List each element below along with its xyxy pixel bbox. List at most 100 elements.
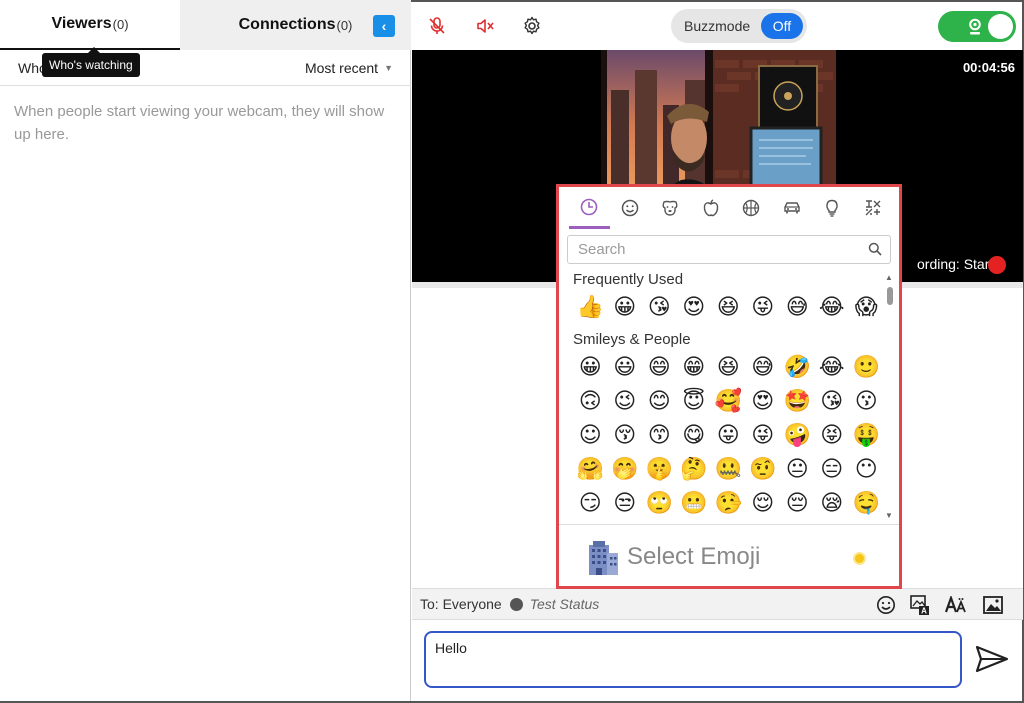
send-icon [975, 645, 1009, 673]
emoji-item[interactable]: 🤗 [573, 453, 608, 487]
emoji-picker-button[interactable] [875, 594, 897, 616]
sort-dropdown[interactable]: Most recent ▼ [305, 60, 393, 76]
emoji-item[interactable]: 😅 [780, 291, 815, 325]
gear-icon [524, 16, 540, 35]
emoji-item[interactable]: 🤩 [780, 385, 815, 419]
emoji-item[interactable]: 😇 [677, 385, 712, 419]
category-recent[interactable] [569, 187, 610, 229]
emoji-item[interactable]: 🙂 [849, 351, 884, 385]
smileys-emoji-row: 🤗 🤭 🤫 🤔 🤐 🤨 😐 😑 😶 [559, 453, 899, 487]
emoji-item[interactable]: 🤪 [780, 419, 815, 453]
mic-toggle-button[interactable] [425, 14, 449, 38]
emoji-item[interactable]: 😱 [849, 291, 884, 325]
emoji-item[interactable]: 👍 [573, 291, 608, 325]
emoji-item[interactable]: 😗 [849, 385, 884, 419]
camera-toggle-knob [988, 14, 1013, 39]
record-button[interactable] [988, 256, 1006, 274]
emoji-item[interactable]: 😙 [642, 419, 677, 453]
emoji-item[interactable]: 🥰 [711, 385, 746, 419]
webcam-icon [969, 18, 981, 35]
emoji-item[interactable]: 😍 [746, 385, 781, 419]
settings-button[interactable] [520, 14, 544, 38]
emoji-item[interactable]: 😐 [780, 453, 815, 487]
emoji-item[interactable]: 🤣 [780, 351, 815, 385]
emoji-item[interactable]: 😚 [608, 419, 643, 453]
emoji-item[interactable]: 😀 [608, 291, 643, 325]
emoji-item[interactable]: 😘 [642, 291, 677, 325]
emoji-item[interactable]: 🙃 [573, 385, 608, 419]
collapse-panel-button[interactable]: ‹ [373, 15, 395, 37]
food-icon [703, 199, 719, 217]
svg-text:A: A [921, 607, 927, 616]
category-food[interactable] [691, 187, 732, 229]
emoji-search-input[interactable] [567, 235, 891, 264]
emoji-item[interactable]: 😜 [746, 419, 781, 453]
tab-viewers[interactable]: Viewers (0) [0, 0, 180, 50]
text-image-icon: A [910, 595, 929, 616]
category-symbols[interactable] [853, 187, 894, 229]
category-travel[interactable] [772, 187, 813, 229]
emoji-item[interactable]: 😋 [677, 419, 712, 453]
font-size-button[interactable] [945, 594, 967, 616]
recent-icon [580, 198, 598, 215]
emoji-item[interactable]: 🤫 [642, 453, 677, 487]
image-upload-button[interactable] [982, 594, 1004, 616]
chat-status-bar: To: Everyone Test Status A [412, 588, 1023, 620]
emoji-item[interactable]: 😆 [711, 291, 746, 325]
emoji-item[interactable]: 🤤 [849, 487, 884, 521]
emoji-item[interactable]: 😃 [608, 351, 643, 385]
emoji-item[interactable]: 😂 [815, 351, 850, 385]
emoji-item[interactable]: 😅 [746, 351, 781, 385]
emoji-item[interactable]: 😍 [677, 291, 712, 325]
status-text[interactable]: Test Status [530, 596, 600, 612]
emoji-item[interactable]: 😌 [746, 487, 781, 521]
emoji-item[interactable]: 😊 [642, 385, 677, 419]
travel-icon [784, 202, 800, 214]
message-input[interactable] [424, 631, 962, 688]
recipient-label[interactable]: To: Everyone [420, 596, 502, 612]
emoji-item[interactable]: 😆 [711, 351, 746, 385]
emoji-item[interactable]: 😬 [677, 487, 712, 521]
emoji-item[interactable]: 😉 [608, 385, 643, 419]
emoji-item[interactable]: 🤭 [608, 453, 643, 487]
emoji-item[interactable]: 🤔 [677, 453, 712, 487]
emoji-item[interactable]: 😪 [815, 487, 850, 521]
emoji-item[interactable]: 😏 [573, 487, 608, 521]
emoji-item[interactable]: 🤨 [746, 453, 781, 487]
emoji-item[interactable]: 😀 [573, 351, 608, 385]
category-animals[interactable] [650, 187, 691, 229]
send-button[interactable] [975, 645, 1009, 673]
text-image-button[interactable]: A [909, 594, 931, 616]
category-objects[interactable] [812, 187, 853, 229]
speaker-toggle-button[interactable] [473, 14, 497, 38]
emoji-scrollbar[interactable]: ▲ ▼ [885, 273, 895, 521]
tab-viewers-label: Viewers [51, 15, 112, 32]
emoji-category-bar [559, 187, 899, 231]
emoji-item[interactable]: ☺ [573, 419, 608, 453]
emoji-item[interactable]: 😘 [815, 385, 850, 419]
emoji-item[interactable]: 😄 [642, 351, 677, 385]
search-icon [868, 242, 882, 256]
scroll-down-arrow-icon[interactable]: ▼ [885, 511, 893, 520]
emoji-item[interactable]: 😑 [815, 453, 850, 487]
camera-toggle[interactable] [938, 11, 1016, 42]
category-activity[interactable] [731, 187, 772, 229]
emoji-item[interactable]: 😔 [780, 487, 815, 521]
emoji-item[interactable]: 😛 [711, 419, 746, 453]
emoji-item[interactable]: 😶 [849, 453, 884, 487]
skin-tone-selector[interactable] [853, 552, 866, 565]
emoji-item[interactable]: 🤑 [849, 419, 884, 453]
emoji-item[interactable]: 🤥 [711, 487, 746, 521]
emoji-item[interactable]: 🙄 [642, 487, 677, 521]
emoji-item[interactable]: 🤐 [711, 453, 746, 487]
emoji-item[interactable]: 😂 [815, 291, 850, 325]
emoji-item[interactable]: 😁 [677, 351, 712, 385]
emoji-item[interactable]: 😜 [746, 291, 781, 325]
category-smileys[interactable] [610, 187, 651, 229]
smileys-emoji-row: 🙃 😉 😊 😇 🥰 😍 🤩 😘 😗 [559, 385, 899, 419]
buzzmode-toggle[interactable]: Off [761, 13, 803, 39]
emoji-item[interactable]: 😝 [815, 419, 850, 453]
scroll-up-arrow-icon[interactable]: ▲ [885, 273, 893, 282]
scroll-thumb[interactable] [887, 287, 893, 305]
emoji-item[interactable]: 😒 [608, 487, 643, 521]
